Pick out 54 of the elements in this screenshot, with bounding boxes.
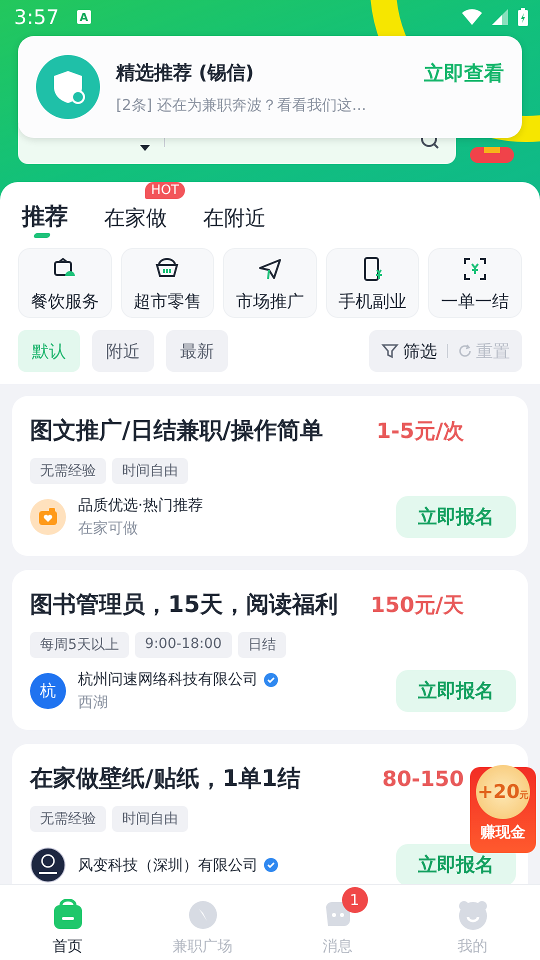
compass-icon	[186, 899, 218, 931]
bear-icon	[456, 899, 488, 931]
reward-label: 赚现金	[480, 823, 526, 842]
category-shortcut[interactable]: 超市零售	[120, 248, 214, 318]
notification-title: 精选推荐 (锡信)	[116, 60, 255, 86]
job-title: 图文推广/日结兼职/操作简单	[30, 417, 323, 446]
sort-chip[interactable]: 最新	[166, 330, 228, 372]
status-time: 3:57	[14, 5, 59, 29]
sort-chip[interactable]: 附近	[92, 330, 154, 372]
category-tab[interactable]: 推荐	[22, 201, 68, 236]
category-shortcut[interactable]: 餐饮服务	[18, 248, 112, 318]
job-pay: 80-150	[382, 766, 465, 790]
company-name: 风变科技（深圳）有限公司	[78, 856, 258, 874]
company-name: 杭州问速网络科技有限公司	[78, 670, 258, 689]
nav-tab[interactable]: 消息 1	[270, 885, 405, 960]
company-name: 品质优选·热门推荐	[78, 496, 203, 515]
job-tag: 每周5天以上	[30, 632, 129, 658]
job-title: 在家做壁纸/贴纸，1单1结	[30, 765, 300, 794]
home-icon	[52, 899, 84, 931]
refresh-icon	[458, 344, 472, 358]
enterprise-shield-icon	[36, 55, 100, 119]
filter-icon	[381, 342, 399, 360]
signal-icon	[492, 9, 508, 25]
filter-button[interactable]: 筛选	[381, 340, 437, 362]
category-tab[interactable]: 在附近	[203, 204, 266, 236]
unread-badge: 1	[342, 887, 368, 913]
category-shortcut[interactable]: 手机副业	[326, 248, 420, 318]
wifi-icon	[462, 9, 482, 25]
category-shortcut[interactable]: 一单一结	[428, 248, 522, 318]
nav-tab[interactable]: 首页	[0, 885, 135, 960]
job-pay: 150元/天	[370, 592, 465, 618]
job-tag: 无需经验	[30, 458, 106, 484]
job-card[interactable]: 图书管理员，15天，阅读福利 150元/天 每周5天以上 9:00-18:00 日结 杭 杭州问速网络科技有限公司 西湖 立即报名	[12, 570, 528, 730]
job-location: 西湖	[78, 693, 109, 712]
app-notification-icon: A	[76, 10, 91, 24]
shop-logo-icon	[30, 499, 66, 535]
battery-icon	[518, 8, 528, 26]
company-logo: 杭	[30, 673, 66, 709]
hot-badge: HOT	[145, 182, 185, 199]
job-tag: 时间自由	[112, 806, 188, 832]
job-location: 在家可做	[78, 519, 139, 538]
notification-text: [2条] 还在为兼职奔波？看看我们这...	[116, 96, 368, 114]
reward-coin: +20元	[476, 765, 530, 819]
dropdown-caret-icon[interactable]	[140, 145, 150, 151]
job-title: 图书管理员，15天，阅读福利	[30, 591, 338, 620]
job-tag: 9:00-18:00	[134, 632, 232, 658]
job-tag: 日结	[238, 632, 286, 658]
category-tab[interactable]: 在家做	[104, 204, 167, 236]
job-tag: 无需经验	[30, 806, 106, 832]
category-shortcut[interactable]: 市场推广	[223, 248, 317, 318]
job-card[interactable]: 图文推广/日结兼职/操作简单 1-5元/次 无需经验 时间自由 品质优选·热门推荐 在家可做 立即报名	[12, 396, 528, 556]
notification-toast[interactable]: 精选推荐 (锡信) [2条] 还在为兼职奔波？看看我们这... 立即查看	[18, 36, 522, 138]
job-tag: 时间自由	[112, 458, 188, 484]
job-pay: 1-5元/次	[376, 418, 465, 444]
